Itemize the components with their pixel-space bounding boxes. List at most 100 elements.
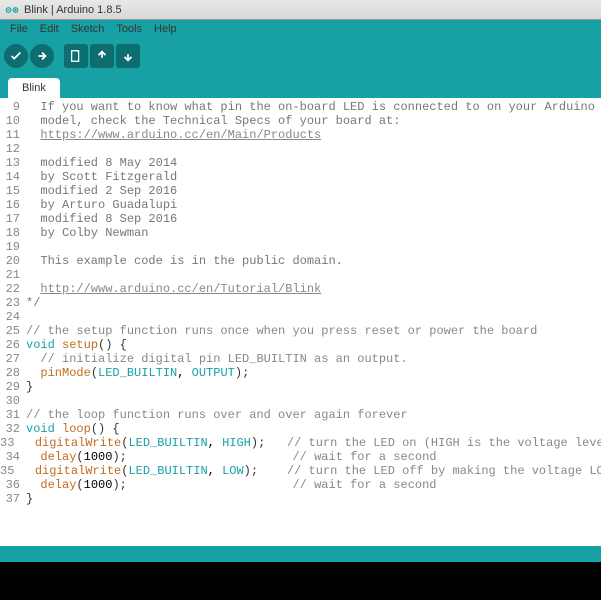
code-line[interactable]: 35 digitalWrite(LED_BUILTIN, LOW); // tu… [0,464,601,478]
line-number: 27 [0,352,26,366]
menu-edit[interactable]: Edit [34,21,65,37]
code-line[interactable]: 32void loop() { [0,422,601,436]
line-number: 32 [0,422,26,436]
code-line[interactable]: 20 This example code is in the public do… [0,254,601,268]
line-content: delay(1000); // wait for a second [26,450,601,464]
line-number: 31 [0,408,26,422]
code-line[interactable]: 14 by Scott Fitzgerald [0,170,601,184]
line-number: 34 [0,450,26,464]
line-content [26,394,601,408]
line-content [26,240,601,254]
code-line[interactable]: 37} [0,492,601,506]
code-line[interactable]: 36 delay(1000); // wait for a second [0,478,601,492]
line-number: 29 [0,380,26,394]
line-number: 12 [0,142,26,156]
code-line[interactable]: 31// the loop function runs over and ove… [0,408,601,422]
line-number: 28 [0,366,26,380]
status-bar [0,546,601,562]
code-line[interactable]: 17 modified 8 Sep 2016 [0,212,601,226]
arduino-icon [4,2,20,18]
code-line[interactable]: 15 modified 2 Sep 2016 [0,184,601,198]
line-content: } [26,380,601,394]
tab-bar: Blink [0,74,601,98]
save-button[interactable] [116,44,140,68]
line-number: 25 [0,324,26,338]
line-number: 14 [0,170,26,184]
line-number: 11 [0,128,26,142]
line-number: 13 [0,156,26,170]
line-content: } [26,492,601,506]
code-line[interactable]: 29} [0,380,601,394]
menu-file[interactable]: File [4,21,34,37]
line-number: 26 [0,338,26,352]
menu-bar: File Edit Sketch Tools Help [0,20,601,38]
code-line[interactable]: 34 delay(1000); // wait for a second [0,450,601,464]
code-line[interactable]: 12 [0,142,601,156]
code-line[interactable]: 21 [0,268,601,282]
code-line[interactable]: 33 digitalWrite(LED_BUILTIN, HIGH); // t… [0,436,601,450]
menu-tools[interactable]: Tools [110,21,148,37]
menu-sketch[interactable]: Sketch [65,21,111,37]
code-line[interactable]: 24 [0,310,601,324]
line-content: by Arturo Guadalupi [26,198,601,212]
code-line[interactable]: 16 by Arturo Guadalupi [0,198,601,212]
window-title: Blink | Arduino 1.8.5 [24,4,122,16]
code-line[interactable]: 25// the setup function runs once when y… [0,324,601,338]
line-number: 10 [0,114,26,128]
code-line[interactable]: 26void setup() { [0,338,601,352]
line-number: 9 [0,100,26,114]
line-content [26,142,601,156]
line-number: 17 [0,212,26,226]
upload-button[interactable] [30,44,54,68]
line-number: 37 [0,492,26,506]
line-content: delay(1000); // wait for a second [26,478,601,492]
line-content: // initialize digital pin LED_BUILTIN as… [26,352,601,366]
verify-button[interactable] [4,44,28,68]
line-content [26,310,601,324]
code-editor[interactable]: 9 If you want to know what pin the on-bo… [0,98,601,546]
code-line[interactable]: 9 If you want to know what pin the on-bo… [0,100,601,114]
code-line[interactable]: 22 http://www.arduino.cc/en/Tutorial/Bli… [0,282,601,296]
line-number: 23 [0,296,26,310]
code-line[interactable]: 10 model, check the Technical Specs of y… [0,114,601,128]
code-line[interactable]: 23*/ [0,296,601,310]
code-line[interactable]: 28 pinMode(LED_BUILTIN, OUTPUT); [0,366,601,380]
toolbar [0,38,601,74]
line-number: 22 [0,282,26,296]
line-number: 35 [0,464,20,478]
menu-help[interactable]: Help [148,21,183,37]
line-content: // the loop function runs over and over … [26,408,601,422]
line-content: by Scott Fitzgerald [26,170,601,184]
line-number: 33 [0,436,20,450]
line-number: 15 [0,184,26,198]
line-number: 36 [0,478,26,492]
new-button[interactable] [64,44,88,68]
line-content: http://www.arduino.cc/en/Tutorial/Blink [26,282,601,296]
line-content: */ [26,296,601,310]
line-content: modified 8 May 2014 [26,156,601,170]
line-number: 30 [0,394,26,408]
code-line[interactable]: 13 modified 8 May 2014 [0,156,601,170]
line-content: digitalWrite(LED_BUILTIN, HIGH); // turn… [20,436,601,450]
code-line[interactable]: 30 [0,394,601,408]
line-content: This example code is in the public domai… [26,254,601,268]
line-content: https://www.arduino.cc/en/Main/Products [26,128,601,142]
tab-blink[interactable]: Blink [8,78,60,98]
line-content: void setup() { [26,338,601,352]
line-number: 20 [0,254,26,268]
code-line[interactable]: 19 [0,240,601,254]
code-line[interactable]: 18 by Colby Newman [0,226,601,240]
open-button[interactable] [90,44,114,68]
code-line[interactable]: 11 https://www.arduino.cc/en/Main/Produc… [0,128,601,142]
line-number: 18 [0,226,26,240]
line-content: // the setup function runs once when you… [26,324,601,338]
line-content: by Colby Newman [26,226,601,240]
line-content: pinMode(LED_BUILTIN, OUTPUT); [26,366,601,380]
code-line[interactable]: 27 // initialize digital pin LED_BUILTIN… [0,352,601,366]
line-number: 19 [0,240,26,254]
console-output [0,562,601,600]
line-number: 16 [0,198,26,212]
line-content: digitalWrite(LED_BUILTIN, LOW); // turn … [20,464,601,478]
line-content: void loop() { [26,422,601,436]
line-content [26,268,601,282]
